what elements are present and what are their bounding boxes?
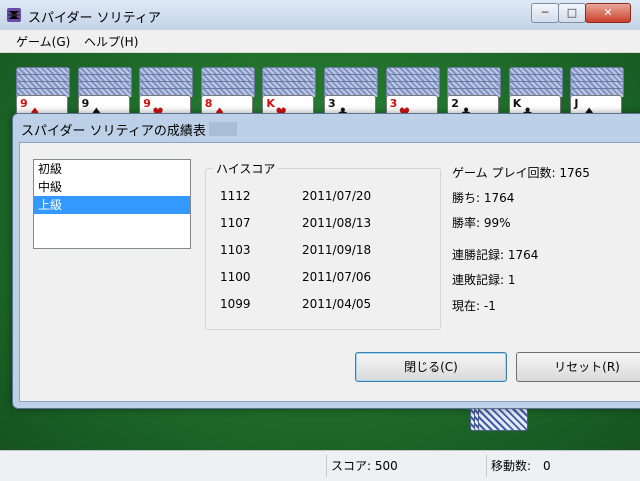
high-score-date: 2011/07/20 — [302, 189, 372, 203]
card-rank: 3 — [389, 97, 398, 110]
stat-loss-streak: 連敗記録: 1 — [452, 273, 516, 287]
card-rank: J — [574, 97, 579, 110]
title-bar: スパイダー ソリティア ─ □ ✕ — [0, 0, 640, 31]
moves-display: 移動数: 0 — [486, 455, 640, 477]
high-score-value: 1103 — [220, 243, 251, 257]
stat-games-played: ゲーム プレイ回数: 1765 — [452, 166, 590, 180]
dialog-title: スパイダー ソリティアの成績表 - — [21, 124, 215, 139]
level-item-beginner[interactable]: 初級 — [34, 160, 190, 178]
high-score-value: 1112 — [220, 189, 251, 203]
high-score-date: 2011/08/13 — [302, 216, 372, 230]
high-score-row: 1099 2011/04/05 — [220, 297, 420, 313]
card-rank: 9 — [20, 97, 28, 110]
dialog-body: 初級 中級 上級 ハイスコア 1112 2011/07/20 1107 2011… — [19, 142, 640, 402]
high-score-value: 1100 — [220, 270, 251, 284]
high-score-date: 2011/09/18 — [302, 243, 372, 257]
high-score-value: 1107 — [220, 216, 251, 230]
high-score-row: 1112 2011/07/20 — [220, 189, 420, 205]
stat-win-streak: 連勝記録: 1764 — [452, 248, 539, 262]
reset-button[interactable]: リセット(R) — [516, 352, 640, 382]
card-rank: 9 — [81, 97, 90, 110]
menu-game[interactable]: ゲーム(G) — [16, 33, 70, 50]
close-window-button[interactable]: ✕ — [585, 3, 631, 23]
spider-app-icon — [7, 8, 21, 22]
dialog-title-blur — [209, 122, 237, 136]
window-title: スパイダー ソリティア — [28, 11, 161, 26]
menu-bar: ゲーム(G) ヘルプ(H) — [0, 30, 640, 53]
difficulty-list[interactable]: 初級 中級 上級 — [33, 159, 191, 249]
card-rank: 8 — [204, 97, 213, 110]
high-score-title: ハイスコア — [213, 160, 279, 177]
level-item-intermediate[interactable]: 中級 — [34, 178, 190, 196]
minimize-button[interactable]: ─ — [531, 3, 559, 23]
high-score-value: 1099 — [220, 297, 251, 311]
card-rank: 9 — [143, 97, 151, 110]
high-score-date: 2011/04/05 — [302, 297, 372, 311]
high-score-row: 1107 2011/08/13 — [220, 216, 420, 232]
stat-wins: 勝ち: 1764 — [452, 191, 515, 205]
statistics-dialog: スパイダー ソリティアの成績表 - 初級 中級 上級 ハイスコア 1112 20… — [12, 113, 640, 409]
status-bar: スコア: 500 移動数: 0 — [0, 450, 640, 481]
menu-help[interactable]: ヘルプ(H) — [84, 33, 138, 50]
card-rank: 2 — [451, 97, 459, 110]
card-rank: K — [266, 97, 275, 110]
high-score-row: 1100 2011/07/06 — [220, 270, 420, 286]
close-button[interactable]: 閉じる(C) — [355, 352, 507, 382]
maximize-button[interactable]: □ — [558, 3, 586, 23]
card-rank: K — [512, 97, 522, 110]
score-display: スコア: 500 — [326, 455, 481, 477]
stat-win-rate: 勝率: 99% — [452, 216, 511, 230]
high-score-date: 2011/07/06 — [302, 270, 372, 284]
level-item-advanced[interactable]: 上級 — [34, 196, 190, 214]
stat-current-streak: 現在: -1 — [452, 299, 496, 313]
card-rank: 3 — [328, 97, 336, 110]
high-score-row: 1103 2011/09/18 — [220, 243, 420, 259]
